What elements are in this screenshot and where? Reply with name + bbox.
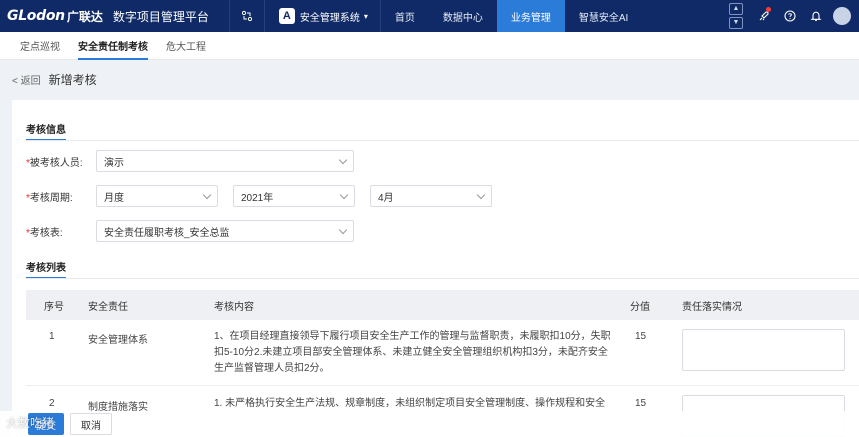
form-card: 考核信息 *被考核人员: 演示 *考核周期: 月度 2021年 4月 *考核表:… bbox=[12, 100, 859, 437]
nav-business-management[interactable]: 业务管理 bbox=[496, 0, 565, 32]
row-content: 1. 未严格执行安全生产法规、规章制度，未组织制定项目安全管理制度、操作规程和安… bbox=[214, 398, 606, 409]
page-header: < 返回 新增考核 bbox=[0, 60, 859, 98]
row-no: 2 bbox=[49, 398, 55, 409]
period-type-select[interactable]: 月度 bbox=[96, 185, 218, 207]
system-badge-icon: A bbox=[278, 8, 295, 24]
help-button[interactable] bbox=[777, 0, 803, 32]
nav-data-center[interactable]: 数据中心 bbox=[429, 0, 497, 32]
tab-fixed-point-patrol[interactable]: 定点巡视 bbox=[20, 32, 60, 60]
row-score: 15 bbox=[635, 331, 647, 342]
row-duty: 安全管理体系 bbox=[88, 335, 148, 346]
chevron-down-icon bbox=[202, 190, 212, 199]
section-title-assessment-list: 考核列表 bbox=[26, 259, 66, 279]
chevron-down-icon bbox=[476, 190, 486, 199]
platform-title: 数字项目管理平台 bbox=[112, 9, 209, 24]
nav-smart-safety-ai[interactable]: 智慧安全AI bbox=[565, 0, 642, 32]
assessee-value: 演示 bbox=[104, 157, 124, 169]
scroll-up-icon[interactable]: ▲ bbox=[729, 3, 743, 15]
notification-dot bbox=[766, 7, 771, 12]
scroll-buttons: ▲ ▼ bbox=[729, 3, 743, 29]
assessment-table-label: *考核表: bbox=[26, 227, 63, 239]
period-month-select[interactable]: 4月 bbox=[370, 185, 492, 207]
help-icon bbox=[784, 10, 796, 22]
main-nav: 首页 数据中心 业务管理 智慧安全AI bbox=[381, 0, 642, 32]
chevron-down-icon bbox=[339, 190, 349, 199]
column-header-score: 分值 bbox=[630, 301, 650, 313]
tab-safety-responsibility-assessment[interactable]: 安全责任制考核 bbox=[78, 32, 148, 60]
tab-major-hazard-projects[interactable]: 危大工程 bbox=[166, 32, 206, 60]
logo-chinese: 广联达 bbox=[66, 9, 103, 24]
nav-home[interactable]: 首页 bbox=[381, 0, 429, 32]
row-score: 15 bbox=[635, 398, 647, 409]
scroll-down-icon[interactable]: ▼ bbox=[729, 17, 743, 29]
section-divider bbox=[26, 140, 859, 141]
period-row: *考核周期: 月度 2021年 4月 bbox=[26, 185, 507, 207]
brand-logo[interactable]: GLodon 广联达 数字项目管理平台 bbox=[0, 0, 209, 32]
system-name: 安全管理系统 bbox=[299, 12, 360, 24]
module-tabs: 定点巡视 安全责任制考核 危大工程 bbox=[0, 32, 859, 60]
rocket-button[interactable] bbox=[751, 0, 777, 32]
assessment-table-value: 安全责任履职考核_安全总监 bbox=[104, 227, 230, 239]
chevron-down-icon bbox=[338, 225, 348, 234]
assessee-row: *被考核人员: 演示 bbox=[26, 150, 369, 172]
section-divider bbox=[26, 278, 859, 279]
watermark: 大数吃猪 bbox=[6, 414, 54, 431]
assessment-table-row: *考核表: 安全责任履职考核_安全总监 bbox=[26, 220, 369, 242]
section-title-assessment-info: 考核信息 bbox=[26, 121, 66, 141]
system-switcher[interactable]: A 安全管理系统 ▾ bbox=[265, 0, 380, 32]
chevron-down-icon bbox=[338, 155, 348, 164]
table-row: 1 安全管理体系 1、在项目经理直接领导下履行项目安全生产工作的管理与监督职责，… bbox=[26, 320, 859, 386]
period-month-value: 4月 bbox=[378, 192, 394, 204]
watermark-text: 大数吃猪 bbox=[6, 416, 55, 430]
bell-icon bbox=[810, 11, 822, 21]
period-year-value: 2021年 bbox=[241, 192, 274, 204]
assessee-label: *被考核人员: bbox=[26, 157, 83, 169]
period-type-value: 月度 bbox=[104, 192, 124, 204]
logo-wordmark: GLodon bbox=[7, 8, 65, 24]
implementation-input[interactable] bbox=[682, 329, 845, 371]
column-header-content: 考核内容 bbox=[214, 301, 254, 313]
form-action-bar: 提交 取消 bbox=[0, 411, 859, 437]
back-link[interactable]: < 返回 bbox=[12, 72, 41, 87]
avatar[interactable] bbox=[833, 7, 851, 25]
assessment-table-header: 序号 安全责任 考核内容 分值 责任落实情况 bbox=[26, 290, 859, 320]
header-actions: ▲ ▼ bbox=[729, 0, 859, 32]
assessee-select[interactable]: 演示 bbox=[96, 150, 354, 172]
assessment-table-select[interactable]: 安全责任履职考核_安全总监 bbox=[96, 220, 354, 242]
row-no: 1 bbox=[49, 331, 55, 342]
period-label: *考核周期: bbox=[26, 192, 73, 204]
column-header-duty: 安全责任 bbox=[88, 301, 128, 313]
row-content: 1、在项目经理直接领导下履行项目安全生产工作的管理与监督职责，未履职扣10分，失… bbox=[214, 331, 611, 374]
app-grid-button[interactable] bbox=[228, 0, 265, 32]
top-navigation-bar: GLodon 广联达 数字项目管理平台 A 安全管理系统 ▾ 首页 数据中心 业… bbox=[0, 0, 859, 32]
chevron-down-icon: ▾ bbox=[363, 11, 368, 21]
notifications-button[interactable] bbox=[803, 0, 829, 32]
column-header-implementation: 责任落实情况 bbox=[682, 301, 742, 313]
cancel-button[interactable]: 取消 bbox=[70, 413, 112, 435]
page-title: 新增考核 bbox=[48, 72, 97, 87]
app-switch-icon bbox=[241, 10, 252, 22]
period-year-select[interactable]: 2021年 bbox=[233, 185, 355, 207]
column-header-no: 序号 bbox=[44, 301, 64, 313]
